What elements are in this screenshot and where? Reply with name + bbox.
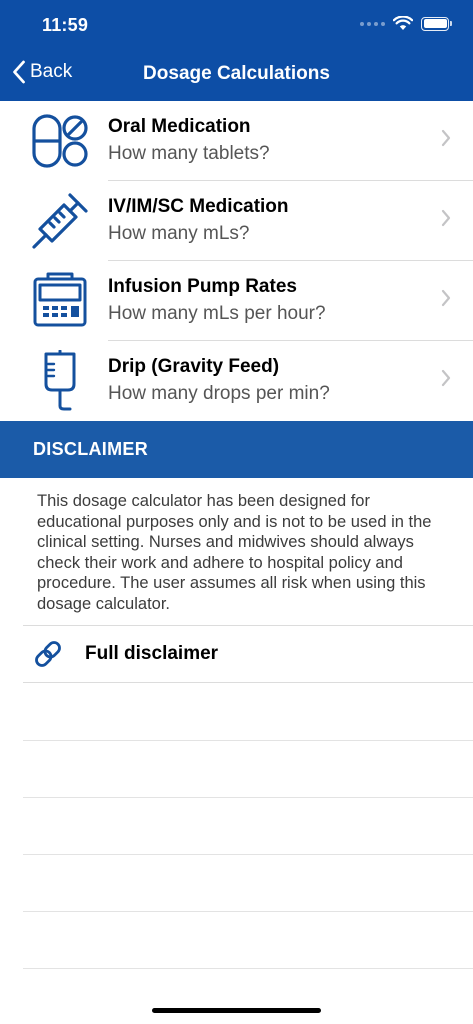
menu-item-title: IV/IM/SC Medication bbox=[108, 196, 289, 217]
menu-item-iv-im-sc-medication[interactable]: IV/IM/SC Medication How many mLs? bbox=[0, 181, 473, 261]
menu-item-subtitle: How many mLs? bbox=[108, 223, 250, 244]
navigation-bar: 11:59 Back Dosage Calculations bbox=[0, 0, 473, 101]
menu-item-subtitle: How many drops per min? bbox=[108, 383, 330, 404]
menu-item-title: Drip (Gravity Feed) bbox=[108, 356, 280, 377]
empty-row-separator bbox=[23, 968, 473, 969]
iv-drip-icon bbox=[28, 349, 92, 413]
calculation-menu: Oral Medication How many tablets? IV/IM/… bbox=[0, 101, 473, 421]
pills-icon bbox=[28, 109, 92, 173]
syringe-icon bbox=[28, 189, 92, 253]
full-disclaimer-label: Full disclaimer bbox=[85, 643, 219, 664]
signal-icon bbox=[360, 21, 385, 26]
menu-item-subtitle: How many mLs per hour? bbox=[108, 303, 326, 324]
menu-item-title: Oral Medication bbox=[108, 116, 251, 137]
menu-item-infusion-pump-rates[interactable]: Infusion Pump Rates How many mLs per hou… bbox=[0, 261, 473, 341]
infusion-pump-icon bbox=[28, 269, 92, 333]
chevron-right-icon bbox=[441, 209, 451, 227]
menu-item-title: Infusion Pump Rates bbox=[108, 276, 297, 297]
empty-row-separator bbox=[23, 797, 473, 798]
menu-item-drip-gravity-feed[interactable]: Drip (Gravity Feed) How many drops per m… bbox=[0, 341, 473, 421]
wifi-icon bbox=[393, 16, 413, 30]
battery-icon bbox=[421, 16, 452, 31]
page-title: Dosage Calculations bbox=[143, 63, 330, 84]
empty-row-separator bbox=[23, 740, 473, 741]
home-indicator[interactable] bbox=[152, 1008, 321, 1013]
menu-item-subtitle: How many tablets? bbox=[108, 143, 270, 164]
disclaimer-text: This dosage calculator has been designed… bbox=[37, 492, 432, 613]
chevron-right-icon bbox=[441, 289, 451, 307]
menu-item-oral-medication[interactable]: Oral Medication How many tablets? bbox=[0, 101, 473, 181]
disclaimer-header: DISCLAIMER bbox=[0, 421, 473, 478]
empty-row-separator bbox=[23, 911, 473, 912]
chevron-right-icon bbox=[441, 129, 451, 147]
chevron-right-icon bbox=[441, 369, 451, 387]
status-time: 11:59 bbox=[42, 15, 89, 35]
full-disclaimer-link[interactable]: Full disclaimer bbox=[23, 625, 473, 683]
link-icon bbox=[35, 641, 61, 667]
empty-row-separator bbox=[23, 854, 473, 855]
status-icons bbox=[360, 16, 452, 31]
